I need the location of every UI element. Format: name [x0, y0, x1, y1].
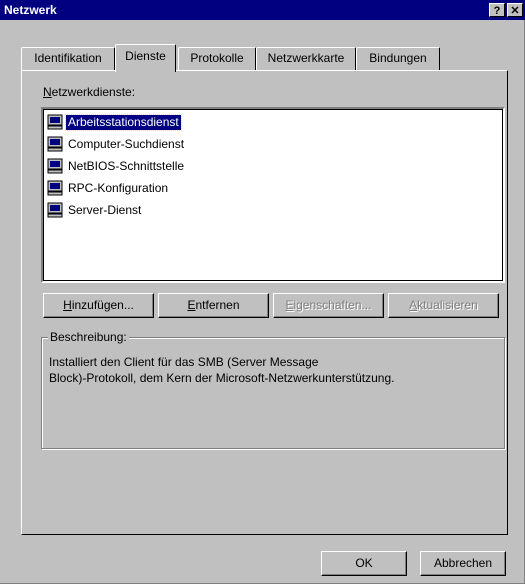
computer-icon — [47, 136, 63, 152]
list-item-arbeitsstationsdienst[interactable]: Arbeitsstationsdienst — [47, 111, 182, 133]
computer-icon — [47, 158, 63, 174]
list-item-label: Server-Dienst — [68, 202, 142, 217]
list-item-label: NetBIOS-Schnittstelle — [68, 158, 185, 173]
title-bar[interactable]: Netzwerk ? ✕ — [0, 0, 525, 20]
services-label: Netzwerkdienste: — [43, 85, 136, 99]
cancel-button[interactable]: Abbrechen — [420, 551, 506, 576]
computer-icon — [47, 180, 63, 196]
properties-button[interactable]: Eigenschaften... — [273, 293, 384, 318]
list-item-label: Computer-Suchdienst — [68, 136, 185, 151]
description-title: Beschreibung: — [48, 330, 129, 344]
close-button[interactable]: ✕ — [507, 3, 523, 17]
tab-netzwerkkarte[interactable]: Netzwerkkarte — [256, 47, 356, 70]
list-item-netbios-schnittstelle[interactable]: NetBIOS-Schnittstelle — [47, 155, 186, 177]
help-button[interactable]: ? — [489, 3, 505, 17]
tab-dienste[interactable]: Dienste — [115, 44, 176, 72]
tab-protokolle[interactable]: Protokolle — [178, 47, 256, 70]
list-item-rpc-konfiguration[interactable]: RPC-Konfiguration — [47, 177, 170, 199]
tab-identifikation[interactable]: Identifikation — [21, 47, 115, 70]
services-listbox[interactable]: Arbeitsstationsdienst Computer-Suchdiens… — [41, 107, 505, 283]
list-item-label: RPC-Konfiguration — [68, 180, 169, 195]
list-item-server-dienst[interactable]: Server-Dienst — [47, 199, 143, 221]
remove-button[interactable]: Entfernen — [158, 293, 269, 318]
network-dialog: Netzwerk ? ✕ Identifikation Dienste Prot… — [0, 0, 525, 584]
description-groupbox: Beschreibung: Installiert den Client für… — [41, 330, 505, 449]
computer-icon — [47, 202, 63, 218]
tab-panel-dienste: Netzwerkdienste: Arbeitsstationsdienst C… — [21, 70, 508, 535]
tab-bindungen[interactable]: Bindungen — [356, 47, 440, 70]
description-line: Block)-Protokoll, dem Kern der Microsoft… — [49, 371, 395, 385]
list-item-computer-suchdienst[interactable]: Computer-Suchdienst — [47, 133, 186, 155]
update-button[interactable]: Aktualisieren — [388, 293, 499, 318]
computer-icon — [47, 114, 63, 130]
add-button[interactable]: Hinzufügen... — [43, 293, 154, 318]
list-item-label: Arbeitsstationsdienst — [65, 113, 182, 131]
ok-button[interactable]: OK — [321, 551, 407, 576]
window-title: Netzwerk — [4, 3, 57, 17]
description-line: Installiert den Client für das SMB (Serv… — [49, 355, 319, 369]
description-text: Installiert den Client für das SMB (Serv… — [49, 354, 497, 386]
